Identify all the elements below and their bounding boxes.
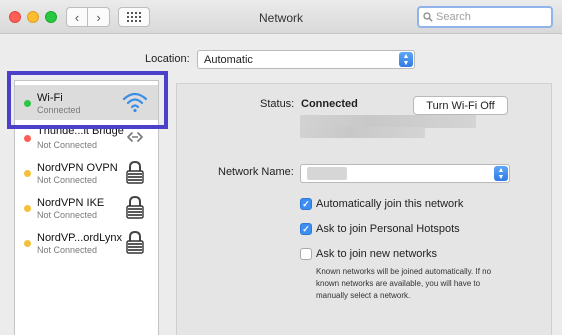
status-dot (24, 205, 31, 212)
chevron-updown-icon: ▲ ▼ (494, 166, 508, 181)
personal-hotspots-checkbox[interactable]: ✓ (300, 223, 312, 235)
status-dot (24, 170, 31, 177)
turn-wifi-off-button[interactable]: Turn Wi-Fi Off (413, 96, 508, 115)
join-hint-text: Known networks will be joined automatica… (316, 267, 492, 300)
vpn-lock-icon (126, 195, 144, 219)
network-name-label: Network Name: (218, 166, 294, 178)
vpn-lock-icon (126, 230, 144, 254)
selection-highlight-box (7, 71, 168, 129)
ask-new-networks-label: Ask to join new networks (316, 248, 438, 260)
service-name: NordVPN IKE (37, 197, 105, 209)
location-value: Automatic (204, 53, 253, 66)
service-item-nordvpn-ovpn[interactable]: NordVPN OVPN Not Connected (15, 155, 158, 190)
search-input[interactable] (436, 11, 546, 23)
service-status: Not Connected (37, 245, 98, 255)
status-dot (24, 135, 31, 142)
service-status: Not Connected (37, 140, 98, 150)
vpn-lock-icon (126, 160, 144, 184)
location-popup[interactable]: Automatic ▲ ▼ (197, 50, 415, 69)
ask-new-networks-checkbox[interactable] (300, 248, 312, 260)
title-bar: ‹ › Network (0, 0, 562, 34)
network-name-popup[interactable]: ▲ ▼ (300, 164, 510, 183)
service-name: NordVPN OVPN (37, 162, 118, 174)
service-status: Not Connected (37, 210, 98, 220)
status-dot (24, 240, 31, 247)
auto-join-label: Automatically join this network (316, 198, 464, 210)
search-field[interactable] (417, 6, 553, 28)
redacted-network-name (307, 167, 347, 180)
auto-join-checkbox[interactable]: ✓ (300, 198, 312, 210)
service-status: Not Connected (37, 175, 98, 185)
status-label: Status: (260, 98, 295, 110)
status-value: Connected (301, 98, 358, 110)
personal-hotspots-label: Ask to join Personal Hotspots (316, 223, 460, 235)
search-icon (423, 12, 433, 22)
service-name: NordVP...ordLynx (37, 232, 122, 244)
redacted-status-detail (300, 127, 425, 138)
service-item-nordvpn-nordlynx[interactable]: NordVP...ordLynx Not Connected (15, 225, 158, 260)
service-item-nordvpn-ike[interactable]: NordVPN IKE Not Connected (15, 190, 158, 225)
location-label: Location: (145, 53, 190, 65)
chevron-updown-icon: ▲ ▼ (399, 52, 413, 67)
